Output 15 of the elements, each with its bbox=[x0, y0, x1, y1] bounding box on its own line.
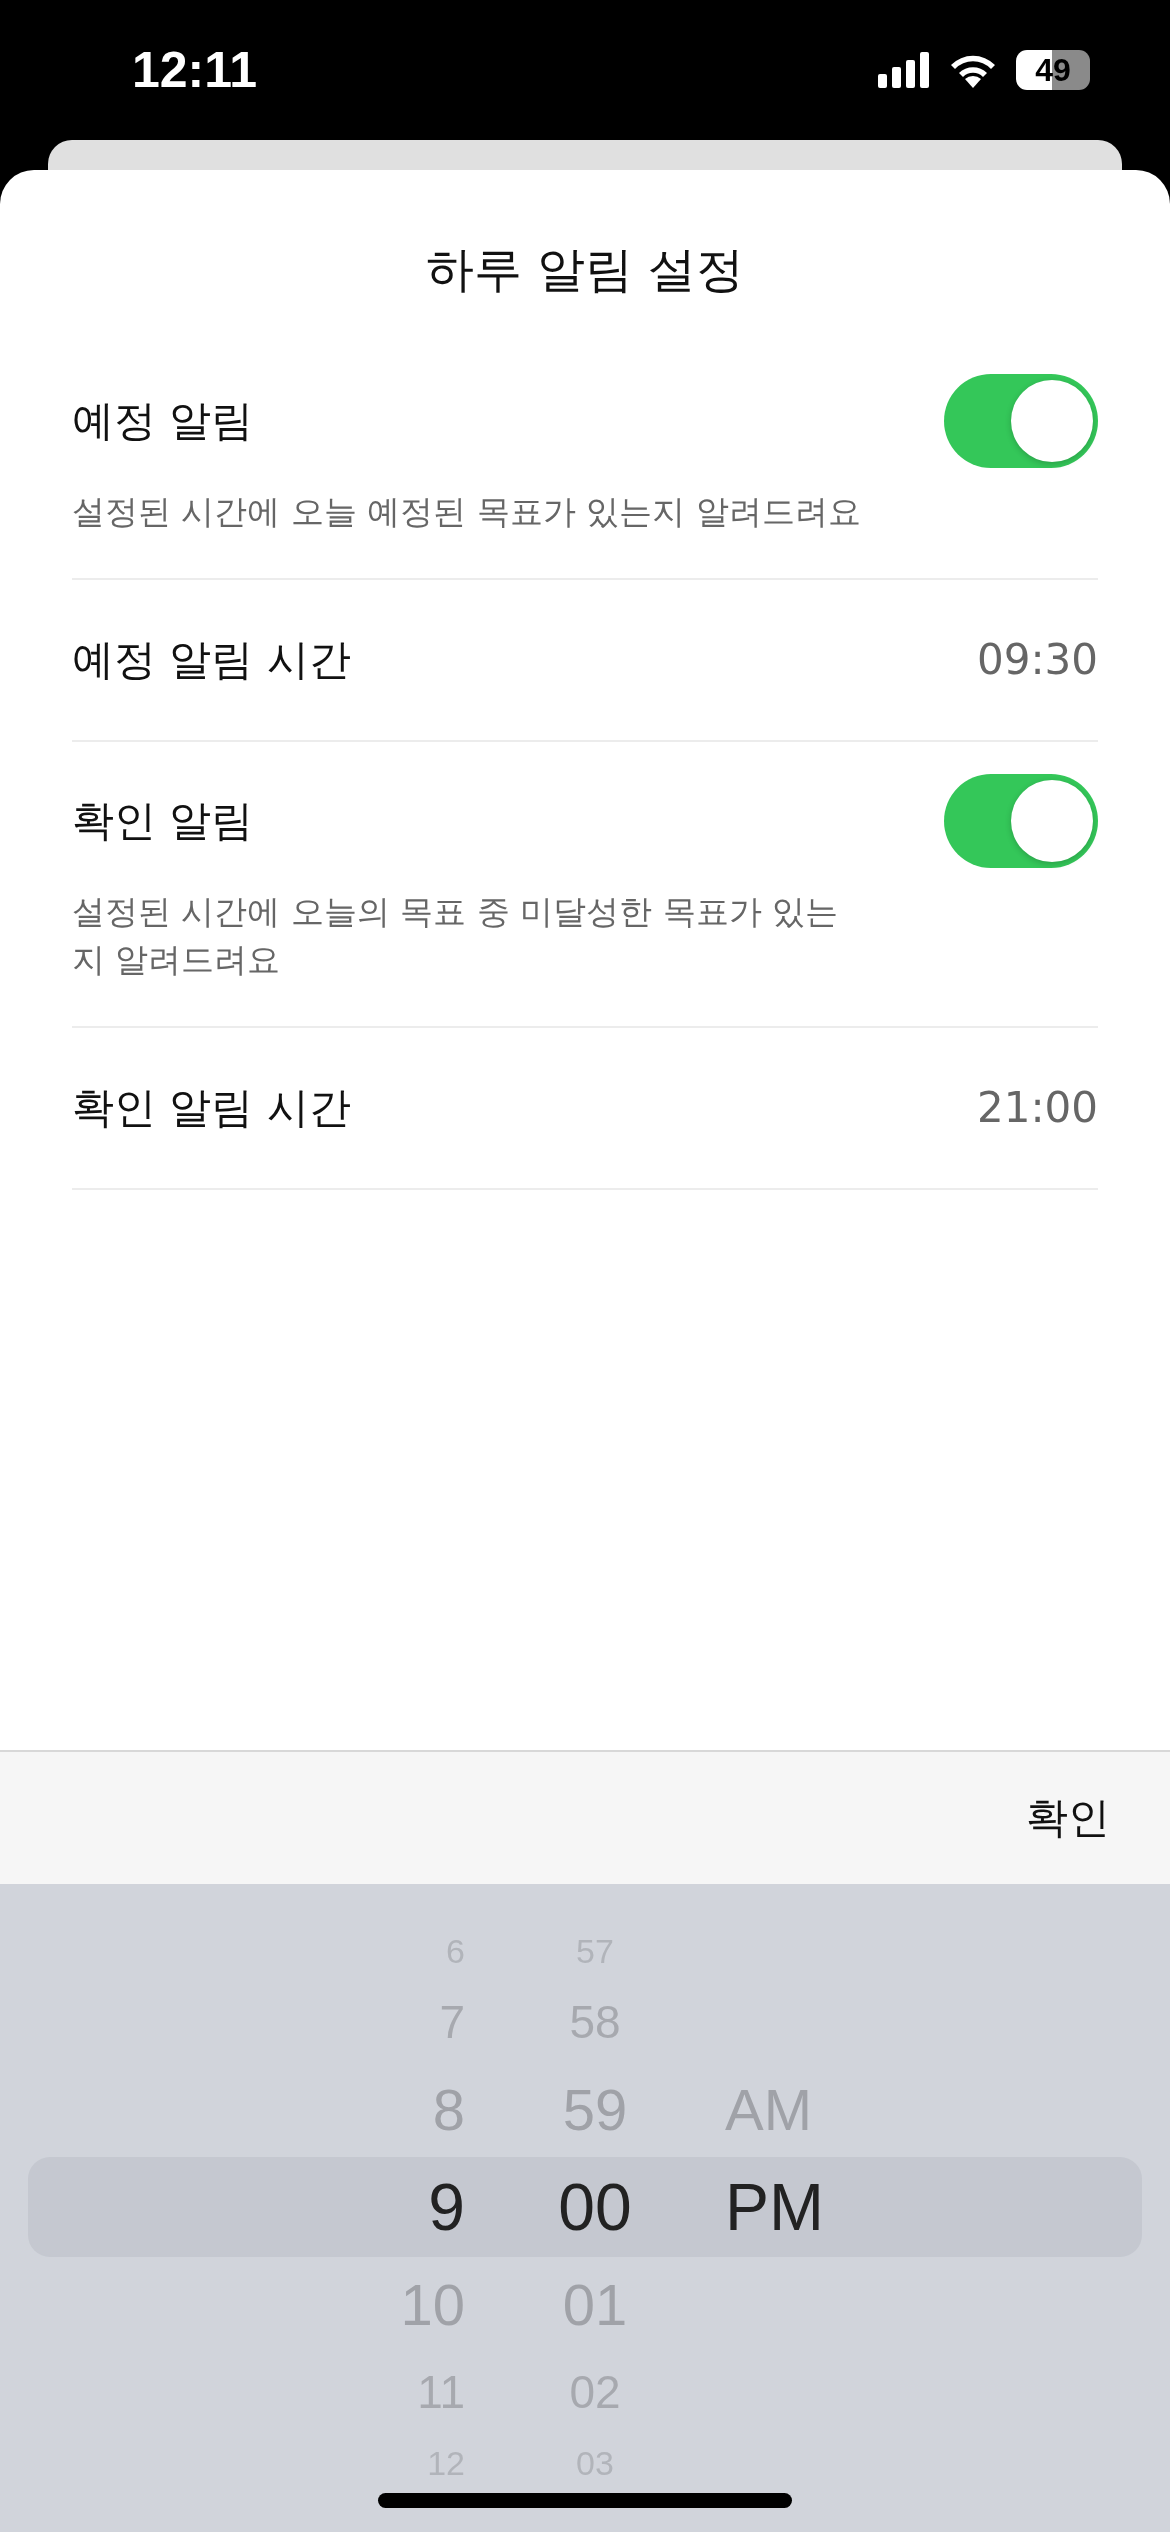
time-value[interactable]: 21:00 bbox=[976, 1083, 1098, 1133]
setting-label: 예정 알림 bbox=[72, 395, 254, 447]
confirm-button[interactable]: 확인 bbox=[1016, 1780, 1120, 1856]
sheet-title: 하루 알림 설정 bbox=[424, 240, 746, 299]
signal-icon bbox=[878, 52, 930, 88]
setting-description: 설정된 시간에 오늘의 목표 중 미달성한 목표가 있는 지 알려드려요 bbox=[72, 890, 840, 981]
setting-label: 확인 알림 bbox=[72, 794, 254, 847]
picker-item[interactable]: 9 bbox=[428, 2157, 465, 2257]
picker-item[interactable]: PM bbox=[725, 2157, 824, 2257]
setting-label: 예정 알림 시간 bbox=[72, 633, 351, 686]
picker-item[interactable]: 00 bbox=[558, 2157, 632, 2257]
setting-label: 확인 알림 시간 bbox=[72, 1081, 351, 1134]
status-time: 12:11 bbox=[132, 41, 258, 99]
time-value[interactable]: 09:30 bbox=[976, 635, 1098, 685]
setting-description: 설정된 시간에 오늘 예정된 목표가 있는지 알려드려요 bbox=[72, 491, 862, 533]
